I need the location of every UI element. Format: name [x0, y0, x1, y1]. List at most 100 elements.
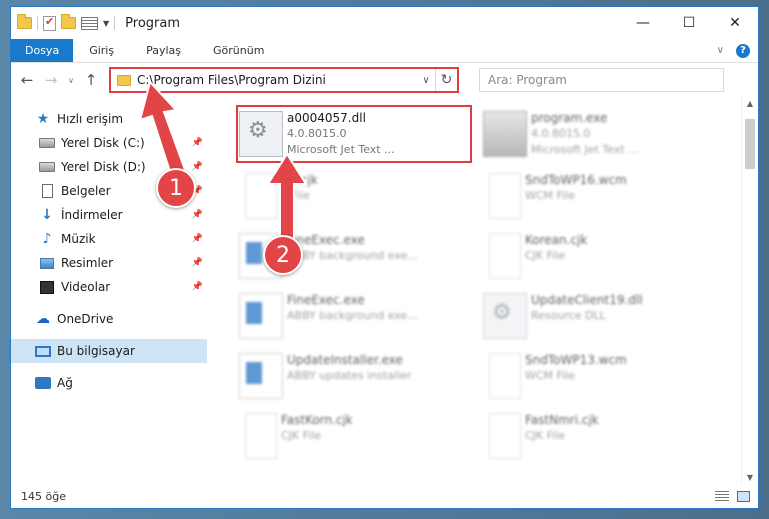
document-icon: [39, 184, 55, 198]
item-count: 145 öğe: [21, 489, 66, 503]
file-type: WCM File: [525, 189, 575, 202]
folder-icon: [117, 74, 131, 86]
callout-badge-1: 1: [156, 168, 196, 208]
file-item[interactable]: FastKorn.cjk CJK File: [237, 409, 467, 465]
sidebar-item-disk-c[interactable]: Yerel Disk (C:) 📌: [11, 131, 207, 155]
folder-icon: [17, 14, 32, 29]
file-name: SndToWP13.wcm: [525, 353, 627, 367]
sidebar-item-label: Bu bilgisayar: [57, 344, 135, 358]
file-item[interactable]: UpdateInstaller.exe ABBY updates install…: [237, 349, 467, 405]
address-bar[interactable]: C:\Program Files\Program Dizini ∨ ↻: [109, 67, 459, 93]
scroll-down-icon[interactable]: ▼: [742, 473, 758, 482]
pin-icon[interactable]: 📌: [192, 282, 203, 292]
view-switcher: [715, 490, 758, 502]
file-item[interactable]: SndToWP16.wcm WCM File: [481, 169, 711, 225]
pin-icon[interactable]: 📌: [192, 162, 203, 172]
file-icon: [489, 413, 521, 459]
highlight-box: [236, 105, 472, 163]
search-input[interactable]: Ara: Program: [479, 68, 724, 92]
tab-share[interactable]: Paylaş: [130, 39, 197, 62]
file-item[interactable]: Korean.cjk CJK File: [481, 229, 711, 285]
file-type: CJK File: [525, 429, 566, 442]
file-item[interactable]: FineExec.exe ABBY background exe...: [237, 289, 467, 345]
tab-file[interactable]: Dosya: [11, 39, 74, 62]
scroll-up-icon[interactable]: ▲: [742, 99, 758, 108]
file-item[interactable]: UpdateClient19.dll Resource DLL: [481, 289, 711, 345]
file-name: FineExec.exe: [287, 233, 365, 247]
file-item[interactable]: SndToWP13.wcm WCM File: [481, 349, 711, 405]
chevron-down-icon[interactable]: ▼: [103, 19, 109, 28]
picture-icon: [39, 256, 55, 270]
sidebar-item-label: Müzik: [61, 232, 96, 246]
sidebar-item-label: Hızlı erişim: [57, 112, 124, 126]
file-version: 4.0.8015.0: [531, 127, 591, 140]
file-item[interactable]: program.exe 4.0.8015.0 Microsoft Jet Tex…: [481, 107, 711, 163]
forward-arrow-icon[interactable]: →: [41, 71, 61, 89]
pin-icon[interactable]: 📌: [192, 234, 203, 244]
music-icon: ♪: [42, 231, 52, 247]
window-controls: — ☐ ✕: [620, 8, 758, 38]
file-icon: [245, 173, 277, 219]
minimize-button[interactable]: —: [620, 8, 666, 38]
file-item[interactable]: ...t.cjk ...File: [237, 169, 467, 225]
disk-icon: [39, 136, 55, 150]
sidebar-item-this-pc[interactable]: Bu bilgisayar: [11, 339, 207, 363]
refresh-icon[interactable]: ↻: [435, 69, 457, 91]
file-name: program.exe: [531, 111, 608, 125]
file-icon: [245, 413, 277, 459]
sidebar-item-network[interactable]: Ağ: [11, 371, 207, 395]
file-name: Korean.cjk: [525, 233, 588, 247]
toolbar-separator: [114, 16, 116, 30]
expand-ribbon-icon[interactable]: ∨: [717, 45, 724, 56]
scrollbar-thumb[interactable]: [745, 119, 755, 169]
pin-icon[interactable]: 📌: [192, 258, 203, 268]
tiles-view-icon[interactable]: [737, 490, 750, 502]
file-name: FastKorn.cjk: [281, 413, 353, 427]
close-button[interactable]: ✕: [712, 8, 758, 38]
callout-badge-2: 2: [263, 235, 303, 275]
recent-locations-icon[interactable]: ∨: [65, 76, 77, 85]
vertical-scrollbar[interactable]: ▲ ▼: [741, 97, 758, 484]
back-arrow-icon[interactable]: ←: [17, 71, 37, 89]
sidebar-item-label: Yerel Disk (D:): [61, 160, 146, 174]
sidebar-item-label: Yerel Disk (C:): [61, 136, 145, 150]
file-type: WCM File: [525, 369, 575, 382]
new-folder-icon[interactable]: [61, 14, 76, 29]
file-name: FastNmri.cjk: [525, 413, 599, 427]
file-type: ABBY updates installer: [287, 369, 412, 382]
cloud-icon: ☁: [36, 311, 50, 327]
application-icon: [239, 293, 283, 339]
file-icon: [489, 173, 521, 219]
file-type: ABBY background exe...: [287, 309, 418, 322]
properties-icon[interactable]: [43, 15, 56, 31]
sidebar-item-label: Videolar: [61, 280, 111, 294]
tab-home[interactable]: Giriş: [73, 39, 130, 62]
sidebar-item-label: Ağ: [57, 376, 73, 390]
file-type: CJK File: [281, 429, 322, 442]
computer-icon: [35, 344, 51, 358]
content-area: ★ Hızlı erişim Yerel Disk (C:) 📌 Yerel D…: [11, 97, 758, 484]
tab-view[interactable]: Görünüm: [197, 39, 280, 62]
sidebar-item-onedrive[interactable]: ☁ OneDrive: [11, 307, 207, 331]
sidebar-item-music[interactable]: ♪ Müzik 📌: [11, 227, 207, 251]
video-icon: [39, 280, 55, 294]
pin-icon[interactable]: 📌: [192, 138, 203, 148]
help-icon[interactable]: ?: [736, 43, 750, 58]
ribbon-right: ∨ ?: [717, 39, 758, 62]
file-icon: [489, 353, 521, 399]
application-icon: [239, 353, 283, 399]
sidebar-item-videos[interactable]: Videolar 📌: [11, 275, 207, 299]
window-title: Program: [125, 15, 181, 31]
sidebar-item-pictures[interactable]: Resimler 📌: [11, 251, 207, 275]
chevron-down-icon[interactable]: ∨: [417, 75, 435, 86]
title-bar: ▼ Program — ☐ ✕: [11, 7, 758, 39]
details-view-icon[interactable]: [715, 490, 729, 502]
address-path[interactable]: C:\Program Files\Program Dizini: [137, 73, 417, 87]
file-name: FineExec.exe: [287, 293, 365, 307]
sidebar-item-quick-access[interactable]: ★ Hızlı erişim: [11, 107, 207, 131]
view-options-icon[interactable]: [81, 16, 98, 30]
pin-icon[interactable]: 📌: [192, 210, 203, 220]
up-arrow-icon[interactable]: ↑: [81, 71, 101, 89]
file-item[interactable]: FastNmri.cjk CJK File: [481, 409, 711, 465]
maximize-button[interactable]: ☐: [666, 8, 712, 38]
